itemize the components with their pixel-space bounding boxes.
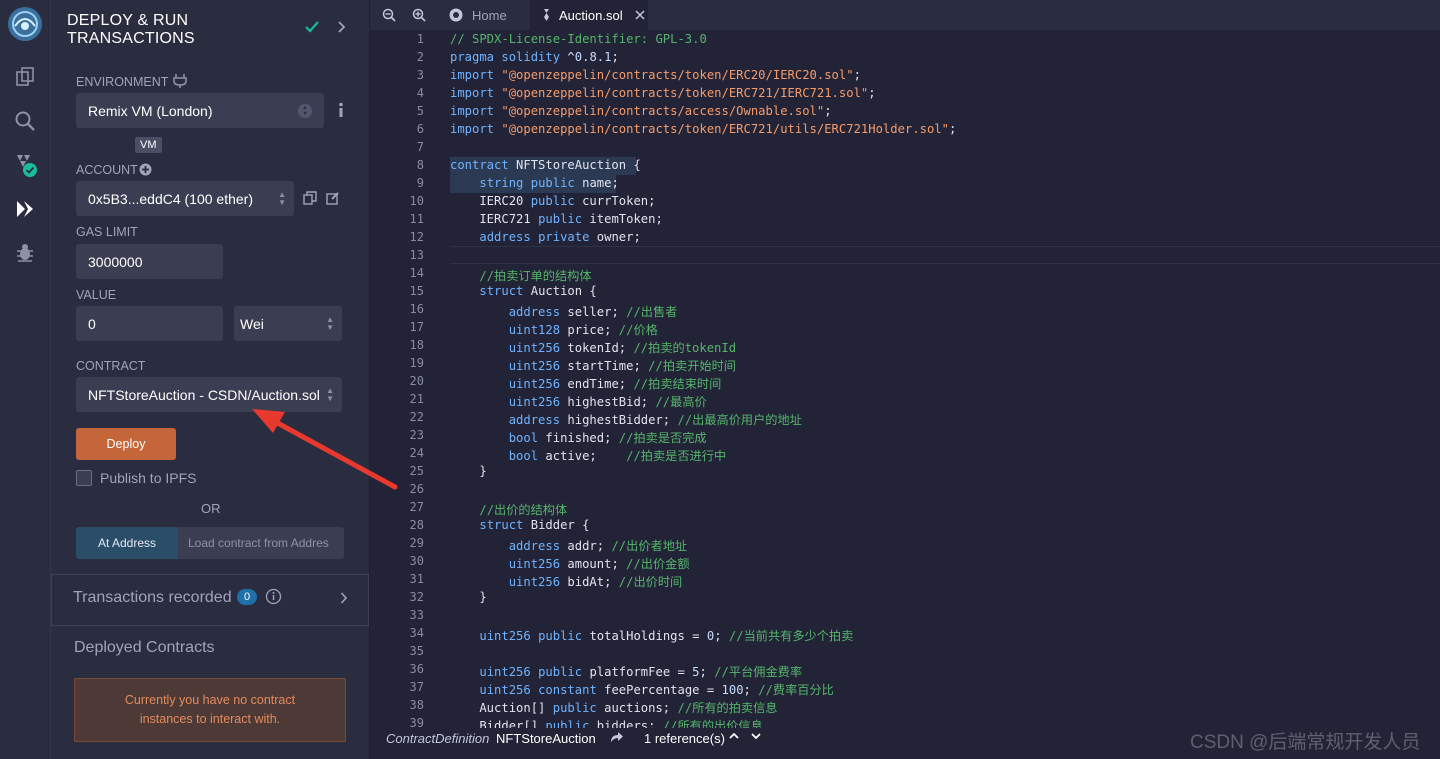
red-annotation-arrow [252,409,398,490]
watermark: CSDN @后端常规开发人员 [1190,732,1421,753]
